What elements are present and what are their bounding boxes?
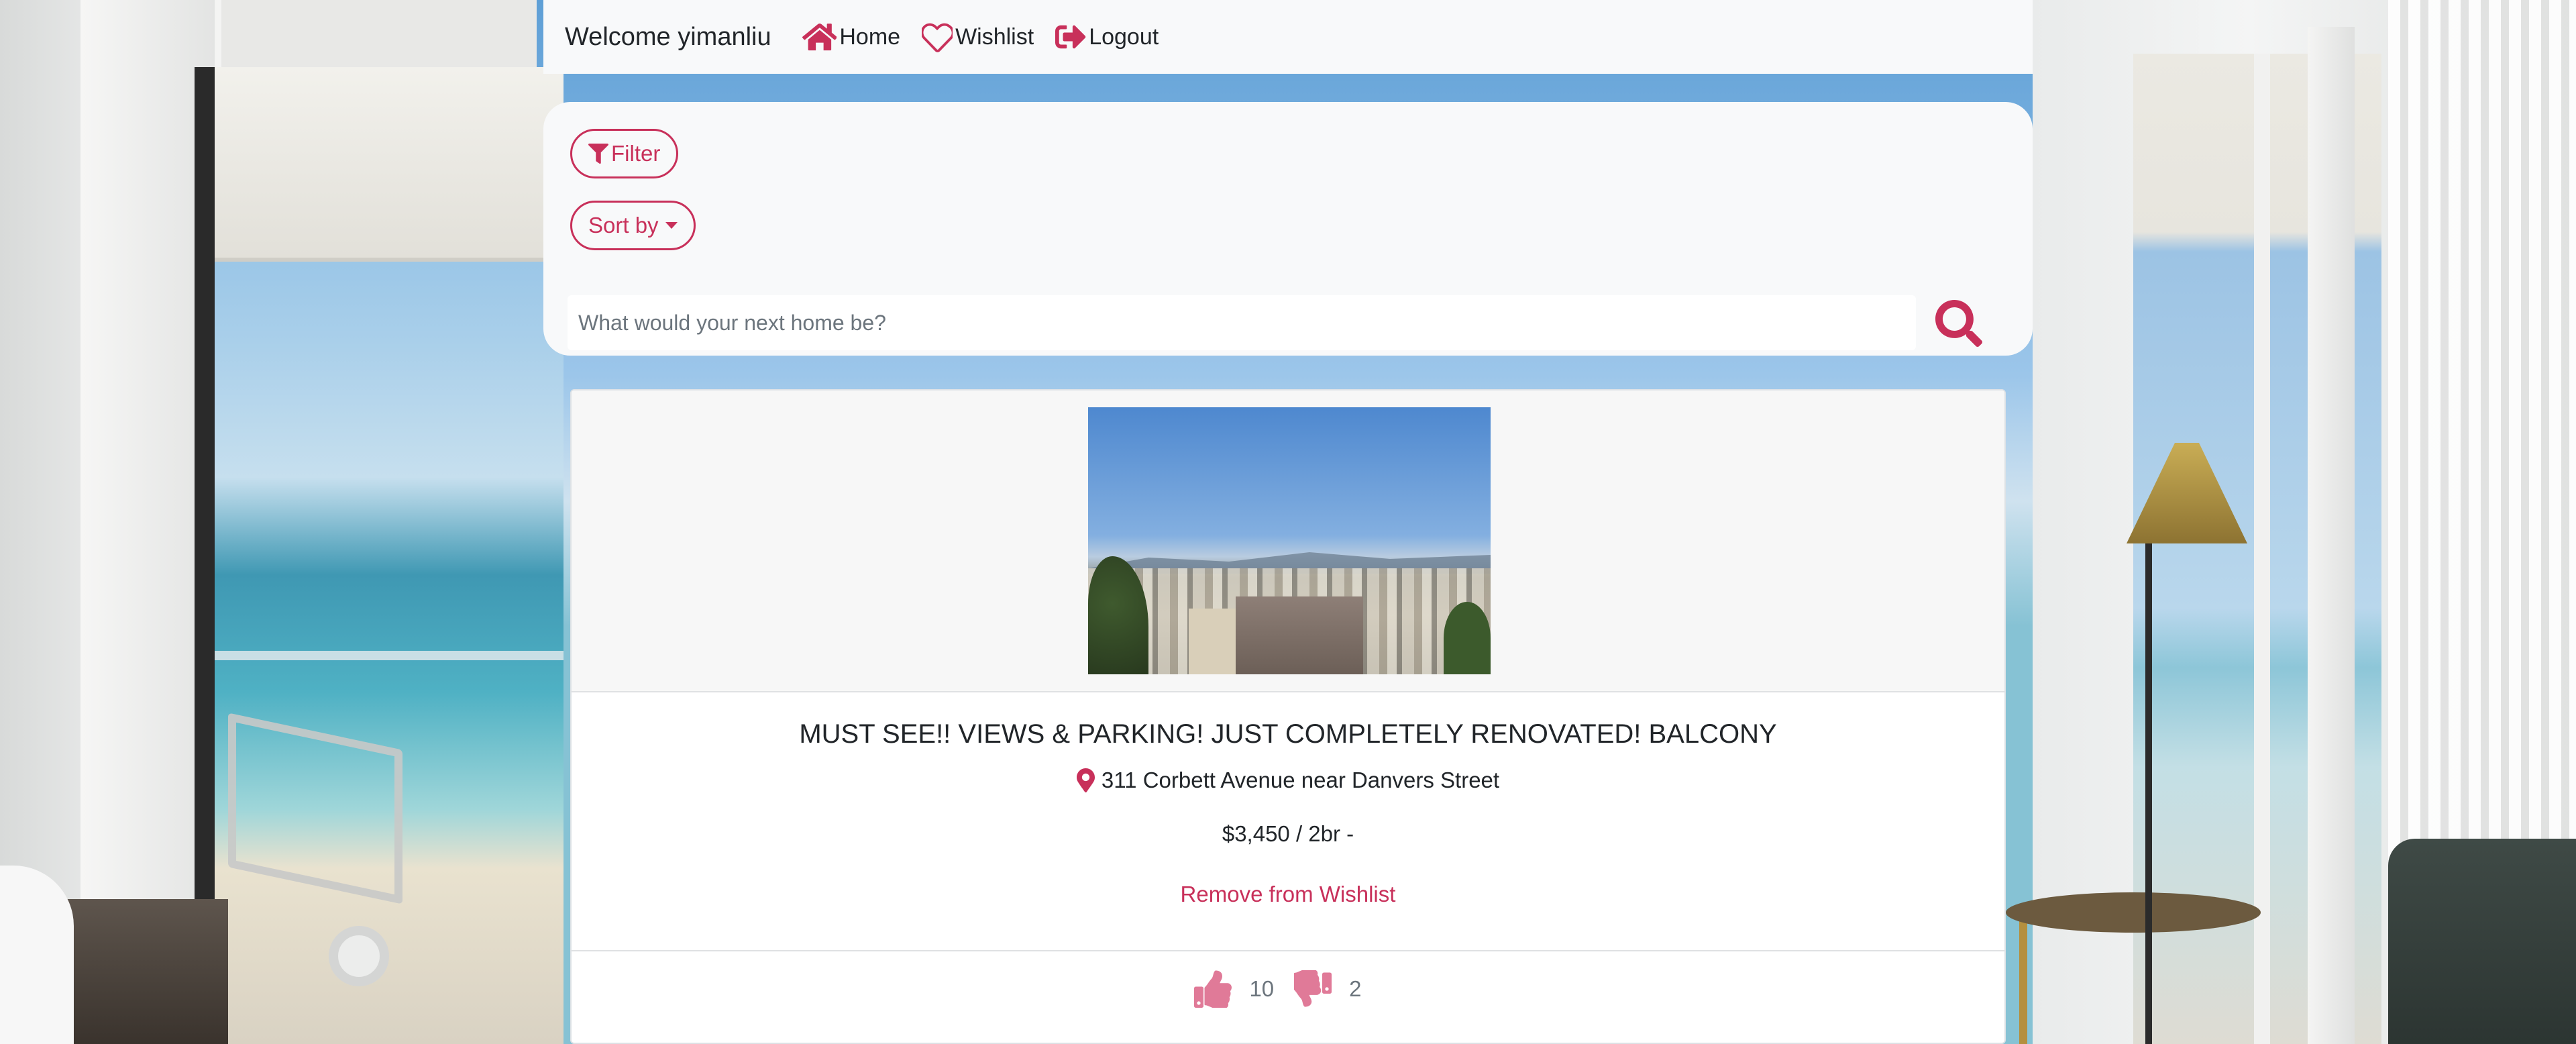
- filter-button[interactable]: Filter: [570, 129, 679, 178]
- filter-icon: [588, 144, 608, 164]
- welcome-text: Welcome yimanliu: [565, 22, 771, 51]
- listing-title[interactable]: MUST SEE!! VIEWS & PARKING! JUST COMPLET…: [572, 719, 2004, 749]
- listing-image-area: [572, 390, 2004, 692]
- top-navbar: Welcome yimanliu Home Wishlist Logout: [543, 0, 2033, 74]
- home-icon: [802, 23, 837, 51]
- like-count: 10: [1249, 976, 1275, 1001]
- sign-out-icon: [1055, 25, 1086, 49]
- listing-photo[interactable]: [1088, 407, 1491, 674]
- nav-wishlist-label: Wishlist: [955, 23, 1034, 50]
- listing-card: MUST SEE!! VIEWS & PARKING! JUST COMPLET…: [570, 389, 2006, 1044]
- listing-details: MUST SEE!! VIEWS & PARKING! JUST COMPLET…: [572, 692, 2004, 951]
- nav-home-label: Home: [839, 23, 901, 50]
- map-marker-icon: [1076, 768, 1095, 792]
- filter-label: Filter: [611, 141, 661, 166]
- listing-price: $3,450 / 2br -: [1222, 821, 1354, 846]
- dislike-count: 2: [1349, 976, 1362, 1001]
- search-icon: [1935, 300, 1982, 347]
- sort-by-label: Sort by: [588, 213, 659, 238]
- listing-votes: 10 2: [572, 951, 2004, 1043]
- listing-address-text: 311 Corbett Avenue near Danvers Street: [1101, 768, 1500, 792]
- nav-logout-link[interactable]: Logout: [1055, 21, 1159, 52]
- nav-logout-label: Logout: [1089, 23, 1159, 50]
- search-filter-panel: Filter Sort by: [543, 102, 2033, 356]
- caret-down-icon: [665, 222, 678, 229]
- search-button[interactable]: [1931, 297, 1987, 350]
- thumbs-down-icon[interactable]: [1294, 970, 1332, 1008]
- nav-wishlist-link[interactable]: Wishlist: [922, 21, 1034, 52]
- listing-address: 311 Corbett Avenue near Danvers Street: [572, 768, 2004, 793]
- dislike-vote: 2: [1294, 970, 1381, 1008]
- like-vote: 10: [1194, 970, 1294, 1008]
- remove-from-wishlist-link[interactable]: Remove from Wishlist: [572, 882, 2004, 907]
- thumbs-up-icon[interactable]: [1194, 970, 1232, 1008]
- nav-home-link[interactable]: Home: [802, 21, 900, 52]
- heart-icon: [922, 23, 953, 52]
- sort-by-dropdown[interactable]: Sort by: [570, 201, 696, 250]
- search-input[interactable]: [568, 295, 1916, 350]
